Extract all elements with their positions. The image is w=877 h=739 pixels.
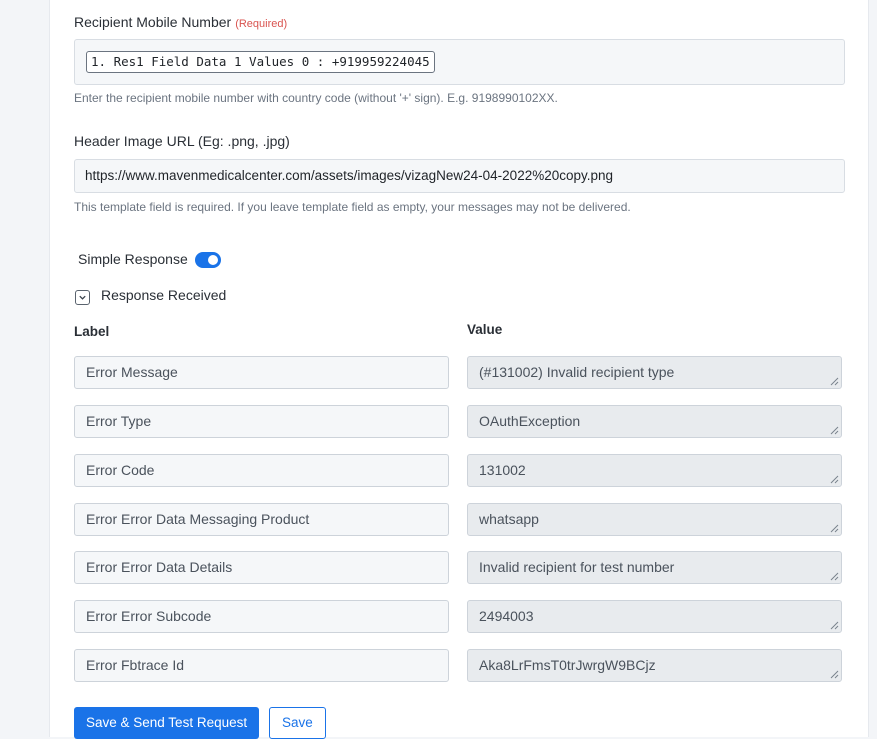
header-image-hint: This template field is required. If you … xyxy=(74,200,631,214)
row-value-messaging-product[interactable]: whatsapp xyxy=(467,503,842,536)
row-value-text: OAuthException xyxy=(479,413,581,429)
row-label-error-code[interactable]: Error Code xyxy=(74,454,449,487)
simple-response-toggle[interactable] xyxy=(195,252,221,268)
value-column-header: Value xyxy=(467,322,503,337)
row-label-data-details[interactable]: Error Error Data Details xyxy=(74,551,449,584)
resize-grip-icon[interactable] xyxy=(830,426,839,435)
header-image-input[interactable]: https://www.mavenmedicalcenter.com/asset… xyxy=(74,159,845,193)
row-value-error-type[interactable]: OAuthException xyxy=(467,405,842,438)
row-label-fbtrace-id[interactable]: Error Fbtrace Id xyxy=(74,649,449,682)
recipient-field-label: Recipient Mobile Number (Required) xyxy=(74,14,287,30)
row-value-fbtrace-id[interactable]: Aka8LrFmsT0trJwrgW9BCjz xyxy=(467,649,842,682)
resize-grip-icon[interactable] xyxy=(830,524,839,533)
label-column-header: Label xyxy=(74,324,110,339)
chevron-down-icon xyxy=(79,295,86,300)
row-value-text: (#131002) Invalid recipient type xyxy=(479,364,675,380)
header-image-label: Header Image URL (Eg: .png, .jpg) xyxy=(74,133,290,149)
settings-panel: Recipient Mobile Number (Required) 1. Res… xyxy=(49,0,869,739)
row-value-text: Aka8LrFmsT0trJwrgW9BCjz xyxy=(479,657,656,673)
simple-response-label: Simple Response xyxy=(78,251,188,267)
recipient-input[interactable]: 1. Res1 Field Data 1 Values 0 : +9199592… xyxy=(74,39,845,85)
row-value-text: 131002 xyxy=(479,462,526,478)
row-value-error-message[interactable]: (#131002) Invalid recipient type xyxy=(467,356,842,389)
recipient-label-text: Recipient Mobile Number xyxy=(74,14,232,30)
response-received-label: Response Received xyxy=(101,287,227,303)
save-button[interactable]: Save xyxy=(269,707,326,739)
row-value-text: whatsapp xyxy=(479,511,539,527)
resize-grip-icon[interactable] xyxy=(830,572,839,581)
row-label-messaging-product[interactable]: Error Error Data Messaging Product xyxy=(74,503,449,536)
header-image-value: https://www.mavenmedicalcenter.com/asset… xyxy=(85,168,614,183)
required-marker: (Required) xyxy=(235,18,288,30)
row-value-text: 2494003 xyxy=(479,608,534,624)
row-value-text: Invalid recipient for test number xyxy=(479,559,675,575)
resize-grip-icon[interactable] xyxy=(830,670,839,679)
resize-grip-icon[interactable] xyxy=(830,377,839,386)
row-label-error-type[interactable]: Error Type xyxy=(74,405,449,438)
resize-grip-icon[interactable] xyxy=(830,621,839,630)
row-label-error-message[interactable]: Error Message xyxy=(74,356,449,389)
response-received-chevron[interactable] xyxy=(75,290,90,305)
resize-grip-icon[interactable] xyxy=(830,475,839,484)
row-value-data-details[interactable]: Invalid recipient for test number xyxy=(467,551,842,584)
row-value-error-subcode[interactable]: 2494003 xyxy=(467,600,842,633)
recipient-hint: Enter the recipient mobile number with c… xyxy=(74,91,558,105)
recipient-value-chip[interactable]: 1. Res1 Field Data 1 Values 0 : +9199592… xyxy=(86,51,435,73)
save-send-test-button[interactable]: Save & Send Test Request xyxy=(74,707,260,739)
row-value-error-code[interactable]: 131002 xyxy=(467,454,842,487)
row-label-error-subcode[interactable]: Error Error Subcode xyxy=(74,600,449,633)
